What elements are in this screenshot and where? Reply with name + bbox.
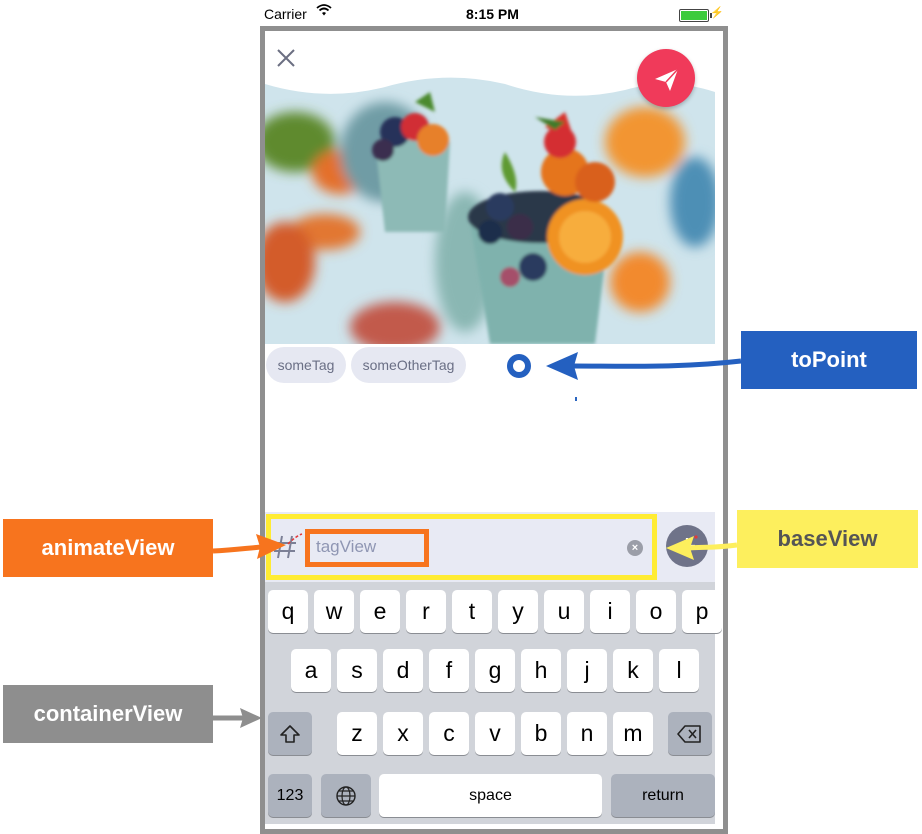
- battery-icon: [679, 9, 712, 22]
- hashtag-icon: [272, 530, 304, 564]
- key-t[interactable]: t: [452, 590, 492, 633]
- key-d[interactable]: d: [383, 649, 423, 692]
- carrier-label: Carrier: [264, 6, 307, 22]
- key-p[interactable]: p: [682, 590, 722, 633]
- animate-view-label: animateView: [3, 519, 213, 577]
- base-view-label: baseView: [737, 510, 918, 568]
- key-g[interactable]: g: [475, 649, 515, 692]
- shift-icon: [280, 725, 300, 743]
- wifi-icon: [316, 3, 332, 20]
- key-a[interactable]: a: [291, 649, 331, 692]
- key-z[interactable]: z: [337, 712, 377, 755]
- add-button[interactable]: [666, 525, 708, 567]
- key-j[interactable]: j: [567, 649, 607, 692]
- key-i[interactable]: i: [590, 590, 630, 633]
- key-v[interactable]: v: [475, 712, 515, 755]
- key-x[interactable]: x: [383, 712, 423, 755]
- key-e[interactable]: e: [360, 590, 400, 633]
- close-icon[interactable]: [273, 45, 299, 71]
- key-c[interactable]: c: [429, 712, 469, 755]
- marker-dot: [575, 397, 577, 401]
- key-f[interactable]: f: [429, 649, 469, 692]
- clock-label: 8:15 PM: [466, 6, 519, 22]
- phone-screen: Carrier 8:15 PM ⚡ someTag someOtherTag t…: [258, 0, 728, 834]
- key-m[interactable]: m: [613, 712, 653, 755]
- backspace-key[interactable]: [668, 712, 712, 755]
- key-r[interactable]: r: [406, 590, 446, 633]
- tag-chip[interactable]: someOtherTag: [351, 347, 466, 383]
- return-key[interactable]: return: [611, 774, 715, 817]
- space-key[interactable]: space: [379, 774, 602, 817]
- container-view-arrow: [213, 708, 262, 728]
- key-y[interactable]: y: [498, 590, 538, 633]
- shift-key[interactable]: [268, 712, 312, 755]
- key-b[interactable]: b: [521, 712, 561, 755]
- globe-key[interactable]: [321, 774, 371, 817]
- container-view-label: containerView: [3, 685, 213, 743]
- keyboard: q w e r t y u i o p a s d f g h j k l z …: [265, 582, 722, 824]
- key-h[interactable]: h: [521, 649, 561, 692]
- charging-icon: ⚡: [710, 7, 724, 19]
- key-u[interactable]: u: [544, 590, 584, 633]
- backspace-icon: [677, 725, 701, 743]
- status-bar: Carrier 8:15 PM ⚡: [258, 0, 724, 28]
- to-point-marker: [506, 353, 532, 379]
- key-s[interactable]: s: [337, 649, 377, 692]
- to-point-label: toPoint: [741, 331, 917, 389]
- key-o[interactable]: o: [636, 590, 676, 633]
- clear-icon[interactable]: ×: [627, 540, 643, 556]
- numbers-key[interactable]: 123: [268, 774, 312, 817]
- tag-chip[interactable]: someTag: [266, 347, 346, 383]
- send-button[interactable]: [637, 49, 695, 107]
- send-icon: [655, 68, 679, 91]
- globe-icon: [336, 786, 356, 806]
- key-n[interactable]: n: [567, 712, 607, 755]
- tag-input[interactable]: tagView: [305, 529, 429, 567]
- key-w[interactable]: w: [314, 590, 354, 633]
- key-l[interactable]: l: [659, 649, 699, 692]
- key-k[interactable]: k: [613, 649, 653, 692]
- key-q[interactable]: q: [268, 590, 308, 633]
